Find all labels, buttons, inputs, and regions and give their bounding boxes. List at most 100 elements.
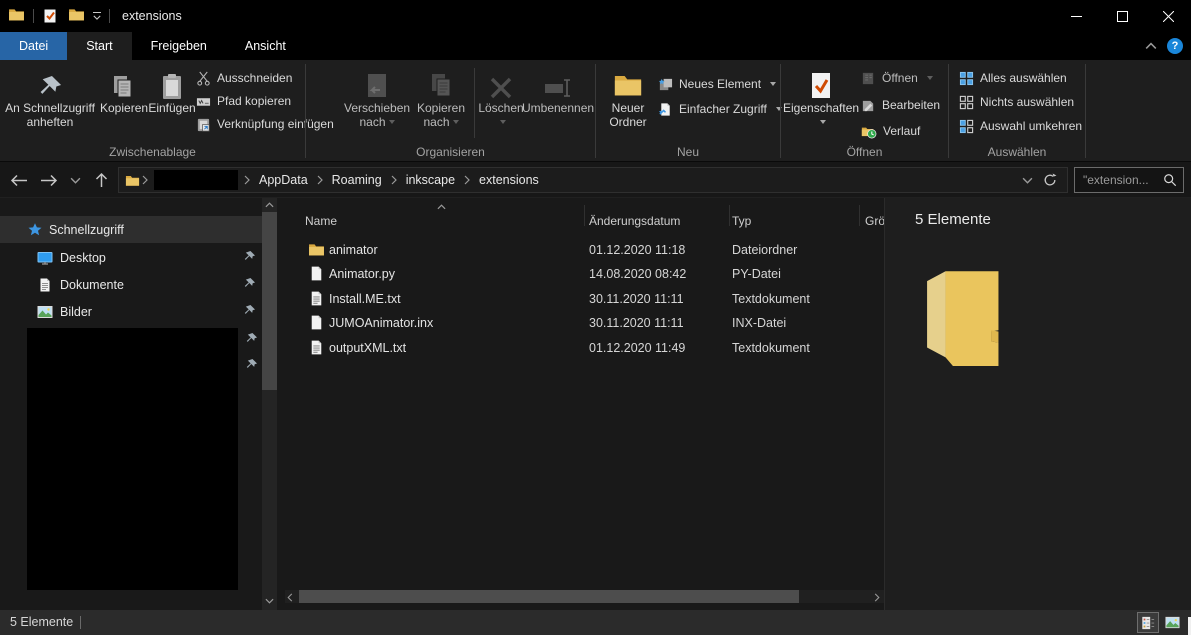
sidebar-item-pictures[interactable]: Bilder	[0, 298, 262, 325]
sidebar-item-quick-access[interactable]: Schnellzugriff	[0, 216, 262, 243]
search-input[interactable]	[1081, 172, 1163, 188]
easy-access-button[interactable]: Einfacher Zugriff	[658, 99, 782, 119]
file-row-install-me[interactable]: Install.ME.txt 30.11.2020 11:11 Textdoku…	[285, 287, 884, 310]
back-button[interactable]	[8, 170, 30, 190]
delete-button[interactable]: Löschen	[478, 62, 524, 140]
dropdown-caret-icon	[453, 120, 459, 124]
text-file-icon	[308, 339, 325, 359]
large-folder-icon	[927, 270, 1001, 366]
close-icon	[1163, 11, 1174, 22]
ribbon-group-select: Alles auswählen Nichts auswählen	[949, 60, 1085, 162]
scroll-left-icon[interactable]	[287, 593, 293, 602]
open-button[interactable]: Öffnen	[861, 68, 933, 88]
refresh-button[interactable]	[1043, 173, 1057, 187]
sidebar-scrollbar-thumb[interactable]	[262, 212, 277, 390]
scissors-icon	[196, 71, 211, 86]
properties-quick-access-button[interactable]	[42, 8, 58, 24]
collapse-ribbon-button[interactable]	[1145, 42, 1157, 50]
column-header-date[interactable]: Änderungsdatum	[589, 204, 680, 238]
breadcrumb-extensions[interactable]: extensions	[472, 173, 546, 187]
forward-button[interactable]	[38, 170, 60, 190]
search-icon[interactable]	[1163, 173, 1177, 187]
new-folder-button[interactable]: Neuer Ordner	[602, 62, 654, 140]
tab-file[interactable]: Datei	[0, 32, 67, 60]
column-divider[interactable]	[584, 205, 585, 226]
sidebar-scrollbar[interactable]	[262, 198, 277, 610]
copy-to-button[interactable]: Kopieren nach	[412, 62, 470, 140]
horizontal-scrollbar-thumb[interactable]	[299, 590, 799, 603]
ribbon-inner-divider	[474, 68, 475, 138]
pin-icon	[243, 250, 256, 266]
search-box[interactable]	[1074, 167, 1184, 193]
file-row-outputxml[interactable]: outputXML.txt 01.12.2020 11:49 Textdokum…	[285, 336, 884, 359]
breadcrumb-roaming[interactable]: Roaming	[325, 173, 389, 187]
minimize-button[interactable]	[1053, 0, 1099, 32]
file-list: Name Änderungsdatum Typ Größe animator 0…	[285, 198, 884, 610]
copy-icon	[100, 62, 146, 102]
column-divider[interactable]	[729, 205, 730, 226]
properties-button[interactable]: Eigenschaften	[783, 62, 859, 140]
breadcrumb-chevron-icon	[140, 175, 150, 185]
scroll-right-icon[interactable]	[874, 593, 880, 602]
address-dropdown-button[interactable]	[1022, 177, 1033, 184]
help-button[interactable]: ?	[1167, 38, 1183, 54]
close-button[interactable]	[1145, 0, 1191, 32]
ribbon-group-divider	[1085, 64, 1086, 158]
help-icon: ?	[1172, 40, 1179, 52]
redacted-breadcrumb	[154, 170, 238, 190]
file-row-animator-py[interactable]: Animator.py 14.08.2020 08:42 PY-Datei	[285, 262, 884, 285]
tab-view[interactable]: Ansicht	[226, 32, 305, 60]
statusbar-divider	[80, 616, 81, 629]
rename-button[interactable]: Umbenennen	[522, 62, 594, 140]
customize-quick-access-toolbar-button[interactable]	[93, 12, 101, 20]
column-divider[interactable]	[859, 205, 860, 226]
window-title: extensions	[122, 9, 182, 23]
ribbon-group-new: Neuer Ordner Neues Element Einfacher Zug…	[596, 60, 780, 162]
file-row-jumoanimator[interactable]: JUMOAnimator.inx 30.11.2020 11:11 INX-Da…	[285, 311, 884, 334]
file-row-animator[interactable]: animator 01.12.2020 11:18 Dateiordner	[285, 238, 884, 261]
tab-share[interactable]: Freigeben	[132, 32, 226, 60]
dropdown-caret-icon	[389, 120, 395, 124]
breadcrumb-inkscape[interactable]: inkscape	[399, 173, 462, 187]
edit-button[interactable]: Bearbeiten	[861, 95, 940, 115]
select-none-button[interactable]: Nichts auswählen	[959, 92, 1074, 112]
recent-locations-button[interactable]	[64, 170, 86, 190]
select-all-button[interactable]: Alles auswählen	[959, 68, 1067, 88]
invert-selection-button[interactable]: Auswahl umkehren	[959, 116, 1082, 136]
new-item-button[interactable]: Neues Element	[658, 74, 776, 94]
pushpin-icon	[2, 62, 98, 102]
thumbnail-view-button[interactable]	[1161, 612, 1183, 633]
thumbnail-view-icon	[1165, 615, 1180, 630]
ribbon-group-clipboard: An Schnellzugriff anheften Kopieren	[0, 60, 305, 162]
folder-icon	[308, 241, 325, 261]
history-button[interactable]: Verlauf	[861, 121, 920, 141]
horizontal-scrollbar[interactable]	[285, 590, 884, 603]
sidebar-item-documents[interactable]: Dokumente	[0, 271, 262, 298]
cut-button[interactable]: Ausschneiden	[196, 68, 292, 88]
scroll-down-icon[interactable]	[262, 594, 277, 608]
copy-button[interactable]: Kopieren	[100, 62, 146, 140]
pin-icon	[245, 332, 258, 348]
new-folder-quick-access-button[interactable]	[68, 6, 85, 26]
preview-item-count: 5 Elemente	[915, 211, 991, 228]
group-label-clipboard: Zwischenablage	[0, 145, 305, 159]
paste-button[interactable]: Einfügen	[148, 62, 196, 140]
address-bar[interactable]: AppData Roaming inkscape extensions	[118, 167, 1068, 193]
column-header-name[interactable]: Name	[305, 204, 337, 238]
breadcrumb-chevron-icon	[242, 175, 252, 185]
check-document-icon	[42, 8, 58, 24]
move-to-button[interactable]: Verschieben nach	[344, 62, 410, 140]
tab-home[interactable]: Start	[67, 32, 131, 60]
maximize-button[interactable]	[1099, 0, 1145, 32]
arrow-right-icon	[40, 174, 58, 187]
breadcrumb-appdata[interactable]: AppData	[252, 173, 315, 187]
copy-path-button[interactable]: Pfad kopieren	[196, 91, 291, 111]
column-header-size[interactable]: Größe	[865, 204, 884, 238]
sidebar-item-desktop[interactable]: Desktop	[0, 244, 262, 271]
dropdown-caret-icon	[927, 76, 933, 80]
up-button[interactable]	[90, 170, 112, 190]
details-view-button[interactable]	[1137, 612, 1159, 633]
column-header-type[interactable]: Typ	[732, 204, 751, 238]
pin-to-quick-access-button[interactable]: An Schnellzugriff anheften	[2, 62, 98, 140]
scroll-up-icon[interactable]	[262, 198, 277, 212]
